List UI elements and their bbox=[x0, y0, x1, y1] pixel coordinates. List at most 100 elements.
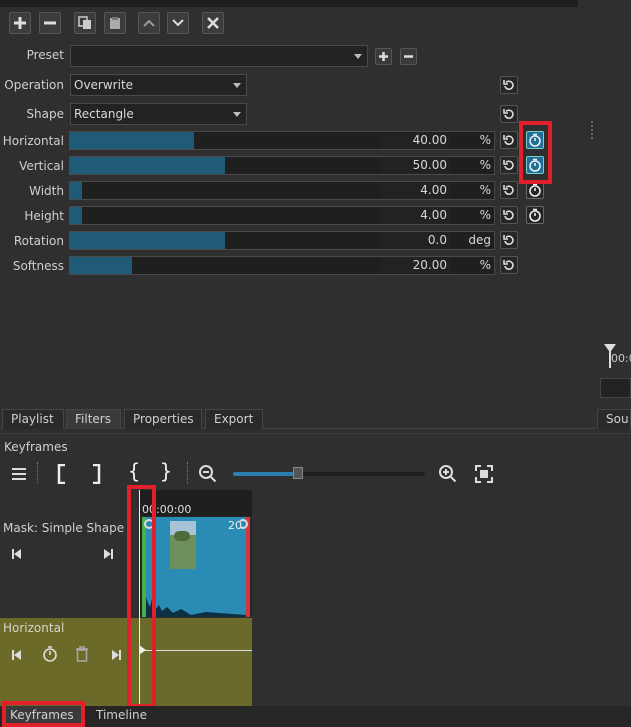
tab-playlist[interactable]: Playlist bbox=[2, 409, 64, 429]
softness-reset-button[interactable] bbox=[500, 256, 518, 274]
move-down-button[interactable] bbox=[167, 12, 189, 34]
height-reset-button[interactable] bbox=[500, 206, 518, 224]
rotation-slider[interactable]: 0.0 deg bbox=[69, 231, 495, 250]
rotation-reset-button[interactable] bbox=[500, 231, 518, 249]
tab-timeline[interactable]: Timeline bbox=[88, 706, 158, 727]
add-preset-button[interactable] bbox=[375, 48, 392, 65]
keyframe-handle-end[interactable] bbox=[238, 519, 248, 529]
zoom-slider-handle[interactable] bbox=[293, 467, 303, 479]
horizontal-slider[interactable]: 40.00 % bbox=[69, 131, 495, 150]
param-track-horizontal[interactable]: Horizontal bbox=[0, 618, 252, 706]
vertical-value[interactable]: 50.00 bbox=[380, 157, 450, 174]
clip[interactable]: 20 bbox=[142, 517, 250, 617]
reset-icon bbox=[503, 80, 514, 90]
set-second-simple-keyframe-icon[interactable]: } bbox=[160, 459, 172, 483]
set-filter-start-icon[interactable] bbox=[57, 464, 67, 484]
softness-label: Softness bbox=[12, 259, 64, 273]
softness-value[interactable]: 20.00 bbox=[380, 257, 450, 274]
param-curve-line bbox=[140, 650, 252, 651]
set-filter-end-icon[interactable] bbox=[91, 464, 101, 484]
tab-filters[interactable]: Filters bbox=[66, 409, 121, 429]
rotation-unit: deg bbox=[468, 233, 491, 247]
horizontal-reset-button[interactable] bbox=[500, 131, 518, 149]
vertical-unit: % bbox=[479, 158, 491, 172]
reset-icon bbox=[503, 235, 514, 245]
filter-track-header: Mask: Simple Shape bbox=[0, 490, 140, 617]
dropdown-arrow-icon bbox=[233, 83, 241, 88]
shape-combo[interactable]: Rectangle bbox=[70, 103, 247, 125]
stopwatch-icon bbox=[529, 208, 541, 222]
zoom-slider[interactable] bbox=[233, 467, 425, 479]
next-keyframe-icon[interactable] bbox=[103, 549, 113, 559]
reset-icon bbox=[503, 109, 514, 119]
previous-keyframe-icon[interactable] bbox=[12, 650, 22, 660]
preset-combo[interactable] bbox=[70, 45, 368, 67]
right-control[interactable] bbox=[600, 378, 631, 398]
remove-filter-button[interactable] bbox=[39, 12, 61, 34]
width-reset-button[interactable] bbox=[500, 181, 518, 199]
vertical-label: Vertical bbox=[19, 159, 64, 173]
shape-value: Rectangle bbox=[74, 107, 134, 121]
zoom-in-icon[interactable] bbox=[438, 464, 458, 484]
copy-filter-button[interactable] bbox=[74, 12, 96, 34]
audio-waveform bbox=[144, 595, 246, 617]
stopwatch-icon[interactable] bbox=[42, 646, 58, 662]
width-slider-fill bbox=[70, 182, 82, 199]
set-first-simple-keyframe-icon[interactable]: { bbox=[128, 459, 140, 483]
copy-icon bbox=[78, 16, 91, 29]
vertical-slider[interactable]: 50.00 % bbox=[69, 156, 495, 175]
operation-label: Operation bbox=[4, 78, 64, 92]
param-track-name: Horizontal bbox=[3, 621, 65, 635]
move-up-button[interactable] bbox=[138, 12, 160, 34]
clip-thumbnail bbox=[170, 521, 196, 569]
height-value[interactable]: 4.00 bbox=[380, 207, 450, 224]
height-slider[interactable]: 4.00 % bbox=[69, 206, 495, 225]
keyframe-timeline-area[interactable]: 00:00:00 20 bbox=[140, 490, 252, 617]
deselect-filter-button[interactable] bbox=[202, 12, 224, 34]
width-value[interactable]: 4.00 bbox=[380, 182, 450, 199]
height-keyframes-button[interactable] bbox=[526, 206, 544, 224]
shape-reset-button[interactable] bbox=[500, 105, 518, 123]
softness-unit: % bbox=[479, 258, 491, 272]
top-strip bbox=[0, 0, 578, 7]
splitter-handle[interactable] bbox=[591, 121, 595, 139]
zoom-out-icon[interactable] bbox=[198, 464, 218, 484]
add-filter-button[interactable] bbox=[9, 12, 31, 34]
next-keyframe-icon[interactable] bbox=[111, 650, 121, 660]
chevron-down-icon bbox=[172, 19, 184, 27]
param-curve-area[interactable] bbox=[139, 618, 252, 706]
reset-icon bbox=[503, 260, 514, 270]
operation-reset-button[interactable] bbox=[500, 76, 518, 94]
tab-source-partial[interactable]: Sou bbox=[597, 409, 631, 429]
keyframes-panel-title: Keyframes bbox=[4, 440, 68, 454]
width-label: Width bbox=[29, 184, 64, 198]
rotation-slider-fill bbox=[70, 232, 225, 249]
reset-icon bbox=[503, 160, 514, 170]
horizontal-value[interactable]: 40.00 bbox=[380, 132, 450, 149]
height-unit: % bbox=[479, 208, 491, 222]
highlight-playhead bbox=[127, 485, 156, 708]
menu-icon[interactable] bbox=[12, 467, 26, 481]
plus-icon bbox=[379, 52, 388, 61]
vertical-slider-fill bbox=[70, 157, 225, 174]
zoom-fit-icon[interactable] bbox=[475, 465, 493, 483]
remove-preset-button[interactable] bbox=[400, 48, 417, 65]
clipboard-icon bbox=[110, 17, 120, 29]
softness-slider-fill bbox=[70, 257, 132, 274]
width-slider[interactable]: 4.00 % bbox=[69, 181, 495, 200]
paste-filter-button[interactable] bbox=[104, 12, 126, 34]
vertical-reset-button[interactable] bbox=[500, 156, 518, 174]
tab-export[interactable]: Export bbox=[205, 409, 263, 429]
softness-slider[interactable]: 20.00 % bbox=[69, 256, 495, 275]
chevron-up-icon bbox=[143, 19, 155, 27]
horizontal-slider-fill bbox=[70, 132, 194, 149]
previous-keyframe-icon[interactable] bbox=[12, 549, 22, 559]
operation-combo[interactable]: Overwrite bbox=[70, 74, 247, 96]
preset-label: Preset bbox=[26, 48, 64, 62]
trash-icon[interactable] bbox=[75, 646, 89, 662]
rotation-label: Rotation bbox=[13, 234, 64, 248]
rotation-value[interactable]: 0.0 bbox=[380, 232, 450, 249]
tab-properties[interactable]: Properties bbox=[124, 409, 202, 429]
highlight-keyframe-buttons bbox=[519, 121, 552, 184]
width-unit: % bbox=[479, 183, 491, 197]
